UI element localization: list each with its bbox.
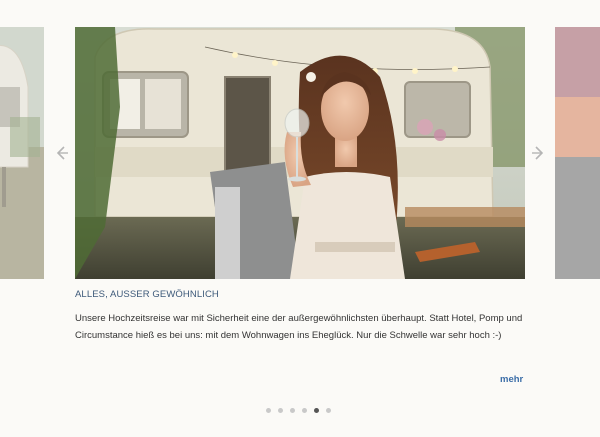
previous-slide-button[interactable] (50, 142, 72, 164)
next-slide-preview[interactable] (555, 27, 600, 279)
slide-image[interactable] (75, 27, 525, 279)
more-link[interactable]: mehr (500, 374, 523, 385)
slide-pagination (266, 408, 331, 413)
pagination-dot[interactable] (266, 408, 271, 413)
pagination-dot[interactable] (290, 408, 295, 413)
image-carousel: ALLES, AUSSER GEWÖHNLICH Unsere Hochzeit… (0, 0, 600, 437)
photo-bride-caravan (75, 27, 525, 279)
sunset-thumbnail-image (555, 27, 600, 279)
slide-description: Unsere Hochzeitsreise war mit Sicherheit… (75, 313, 523, 342)
chevron-left-icon (56, 146, 68, 160)
chevron-right-icon (532, 146, 544, 160)
slide-title: ALLES, AUSSER GEWÖHNLICH (75, 289, 219, 300)
pagination-dot[interactable] (302, 408, 307, 413)
next-slide-button[interactable] (528, 142, 550, 164)
pagination-dot-active[interactable] (314, 408, 319, 413)
pagination-dot[interactable] (326, 408, 331, 413)
slide-caption: ALLES, AUSSER GEWÖHNLICH Unsere Hochzeit… (75, 289, 525, 344)
caravan-thumbnail-image (0, 27, 44, 279)
previous-slide-preview[interactable] (0, 27, 44, 279)
pagination-dot[interactable] (278, 408, 283, 413)
